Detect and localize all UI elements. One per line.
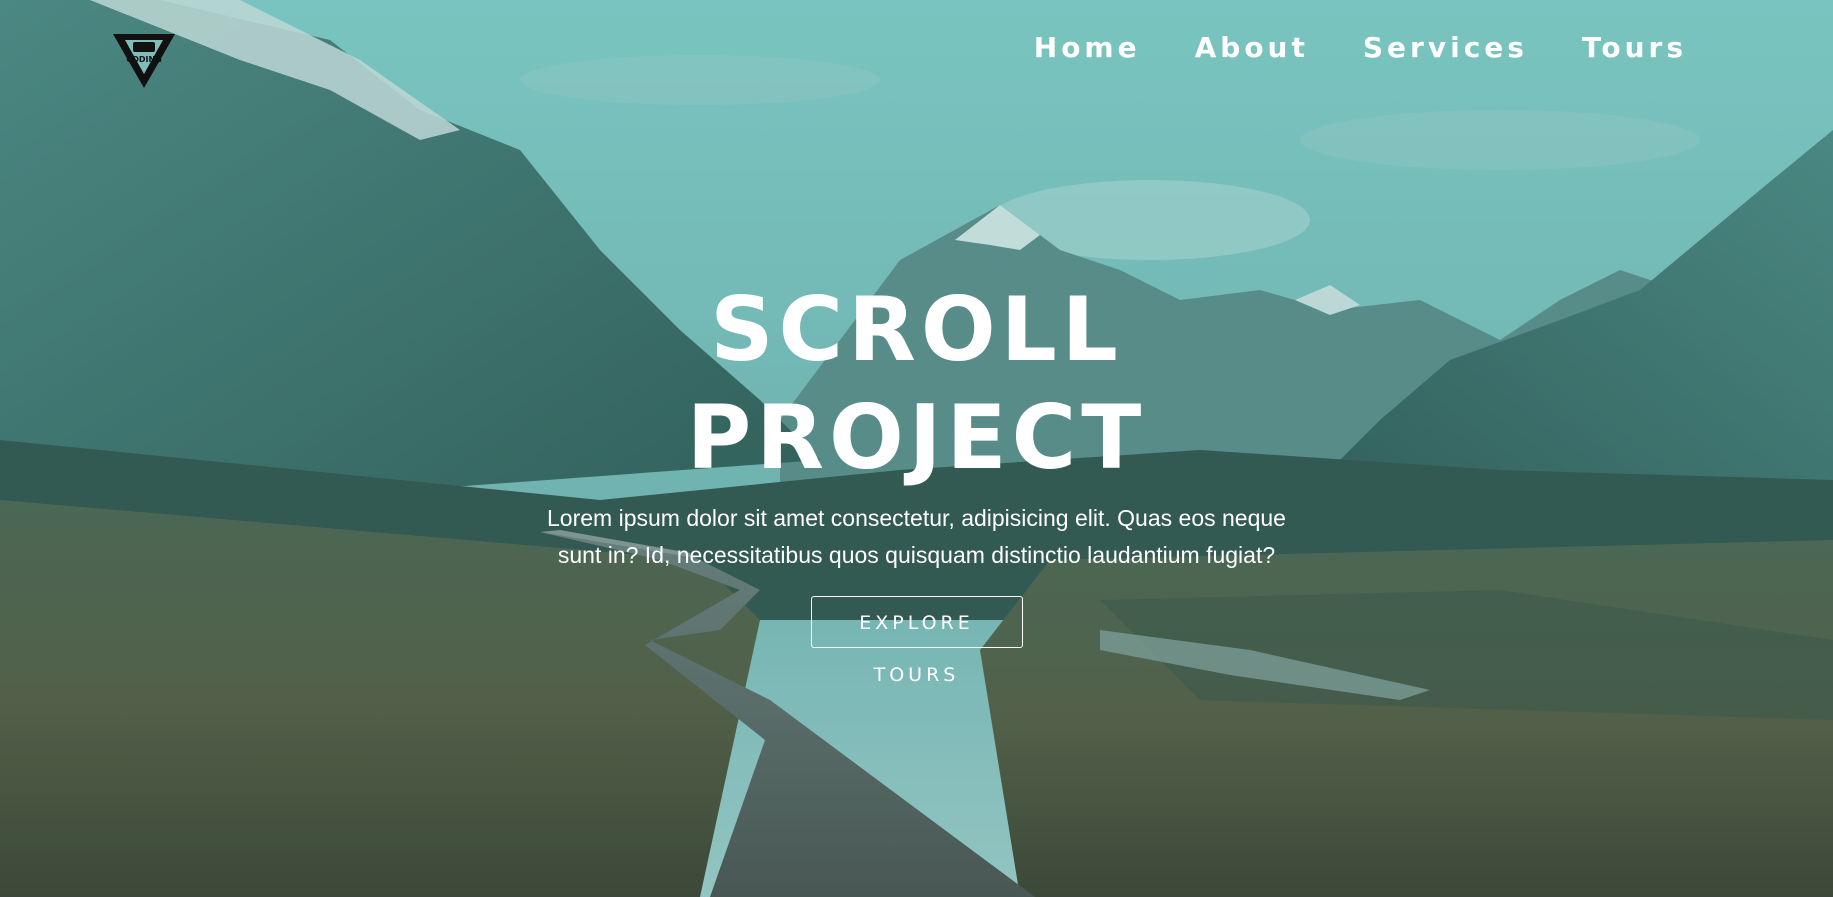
hero-subtitle: Lorem ipsum dolor sit amet consectetur, … xyxy=(527,500,1307,574)
hero-title-line2: PROJECT xyxy=(686,386,1147,489)
hero-subtitle-line2: sunt in? Id, necessitatibus quos quisqua… xyxy=(557,542,1276,568)
hero-section: CODING Home About Services Tours SCROLL … xyxy=(0,0,1833,897)
nav-item-services[interactable]: Services xyxy=(1363,28,1528,68)
logo-text: CODING xyxy=(126,55,162,64)
nav-item-about[interactable]: About xyxy=(1195,28,1309,68)
hero-title-line1: SCROLL xyxy=(710,278,1123,381)
main-nav: Home About Services Tours xyxy=(980,28,1687,68)
brand-logo[interactable]: CODING xyxy=(111,30,177,90)
hero-content: SCROLL PROJECT Lorem ipsum dolor sit ame… xyxy=(0,276,1833,686)
nav-item-home[interactable]: Home xyxy=(1034,28,1141,68)
nav-item-tours[interactable]: Tours xyxy=(1582,28,1687,68)
hero-subtitle-line1: Lorem ipsum dolor sit amet consectetur, … xyxy=(547,505,1286,531)
coding-addict-logo-icon: CODING xyxy=(113,34,175,88)
hero-title: SCROLL PROJECT xyxy=(617,276,1217,492)
explore-tours-button[interactable]: EXPLORE TOURS xyxy=(810,596,1023,686)
